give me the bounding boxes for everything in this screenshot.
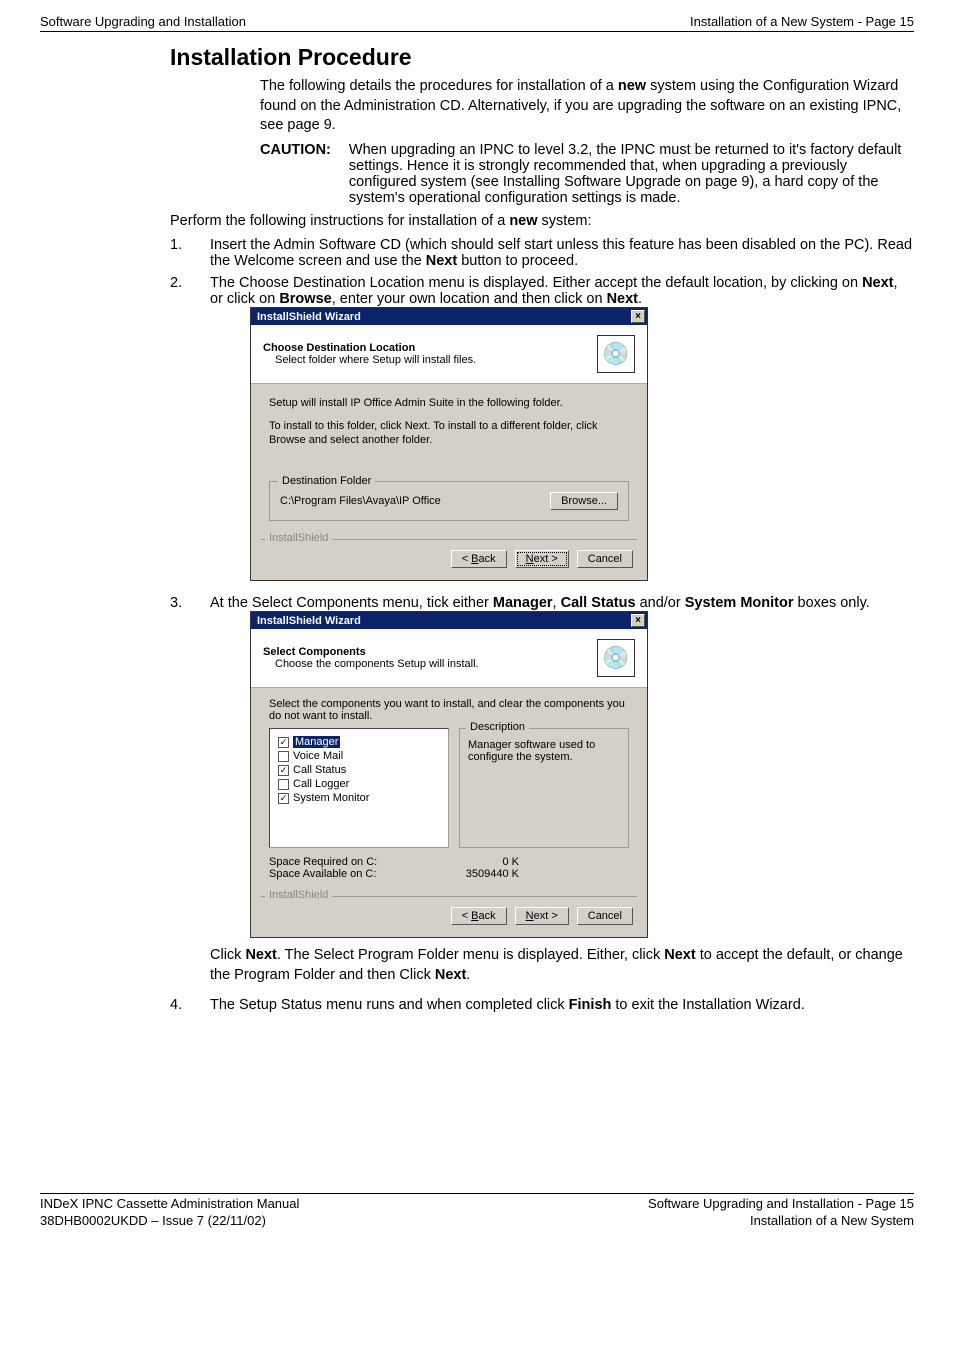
caution-block: CAUTION: When upgrading an IPNC to level… (260, 142, 914, 206)
caution-text: When upgrading an IPNC to level 3.2, the… (349, 142, 914, 206)
components-list[interactable]: Manager Voice Mail Call Status Call Logg… (269, 728, 449, 848)
footer-right: Software Upgrading and Installation - Pa… (648, 1196, 914, 1230)
space-available-row: Space Available on C:3509440 K (269, 868, 519, 880)
component-call-status[interactable]: Call Status (278, 763, 440, 777)
next-button[interactable]: Next > (515, 550, 569, 568)
dialog2-header-title: Select Components (263, 646, 597, 658)
intro-paragraph: The following details the procedures for… (260, 77, 914, 136)
step-3: 3. At the Select Components menu, tick e… (170, 595, 914, 991)
destination-path: C:\Program Files\Avaya\IP Office (280, 494, 441, 508)
header-bar: Software Upgrading and Installation Inst… (40, 14, 914, 32)
installshield-label: InstallShield (265, 889, 332, 901)
installer-icon: 💿 (597, 639, 635, 677)
dialog-select-components: InstallShield Wizard × Select Components… (250, 611, 648, 938)
dialog1-header-title: Choose Destination Location (263, 342, 597, 354)
checkbox-icon[interactable] (278, 793, 289, 804)
step-4: 4. The Setup Status menu runs and when c… (170, 997, 914, 1013)
dialog2-titlebar: InstallShield Wizard × (251, 612, 647, 629)
component-voice-mail[interactable]: Voice Mail (278, 749, 440, 763)
header-left: Software Upgrading and Installation (40, 14, 246, 29)
footer-left: INDeX IPNC Cassette Administration Manua… (40, 1196, 299, 1230)
checkbox-icon[interactable] (278, 737, 289, 748)
back-button[interactable]: < Back (451, 907, 507, 925)
dialog1-line2: To install to this folder, click Next. T… (269, 419, 629, 448)
step-1: 1. Insert the Admin Software CD (which s… (170, 237, 914, 269)
checkbox-icon[interactable] (278, 779, 289, 790)
component-system-monitor[interactable]: System Monitor (278, 791, 440, 805)
perform-paragraph: Perform the following instructions for i… (170, 212, 914, 232)
close-icon[interactable]: × (631, 310, 645, 323)
checkbox-icon[interactable] (278, 765, 289, 776)
cancel-button[interactable]: Cancel (577, 907, 633, 925)
caution-label: CAUTION: (260, 142, 331, 206)
page-title: Installation Procedure (40, 44, 914, 71)
dialog2-header-sub: Choose the components Setup will install… (263, 658, 597, 670)
next-button[interactable]: Next > (515, 907, 569, 925)
after-step3-paragraph: Click Next. The Select Program Folder me… (210, 946, 914, 985)
description-group: Description Manager software used to con… (459, 728, 629, 848)
footer-bar: INDeX IPNC Cassette Administration Manua… (40, 1193, 914, 1230)
step-2: 2. The Choose Destination Location menu … (170, 275, 914, 589)
back-button[interactable]: < Back (451, 550, 507, 568)
dialog1-header-sub: Select folder where Setup will install f… (263, 354, 597, 366)
installer-icon: 💿 (597, 335, 635, 373)
description-text: Manager software used to configure the s… (468, 739, 620, 763)
dialog2-prompt: Select the components you want to instal… (269, 698, 629, 722)
dialog1-titlebar: InstallShield Wizard × (251, 308, 647, 325)
destination-folder-legend: Destination Folder (278, 474, 375, 488)
close-icon[interactable]: × (631, 614, 645, 627)
component-manager[interactable]: Manager (278, 735, 440, 749)
header-right: Installation of a New System - Page 15 (690, 14, 914, 29)
checkbox-icon[interactable] (278, 751, 289, 762)
dialog1-line1: Setup will install IP Office Admin Suite… (269, 396, 629, 410)
component-call-logger[interactable]: Call Logger (278, 777, 440, 791)
description-legend: Description (466, 721, 529, 733)
destination-folder-group: Destination Folder C:\Program Files\Avay… (269, 481, 629, 521)
dialog-choose-destination: InstallShield Wizard × Choose Destinatio… (250, 307, 648, 581)
cancel-button[interactable]: Cancel (577, 550, 633, 568)
browse-button[interactable]: Browse... (550, 492, 618, 510)
installshield-label: InstallShield (265, 532, 332, 544)
space-required-row: Space Required on C:0 K (269, 856, 519, 868)
